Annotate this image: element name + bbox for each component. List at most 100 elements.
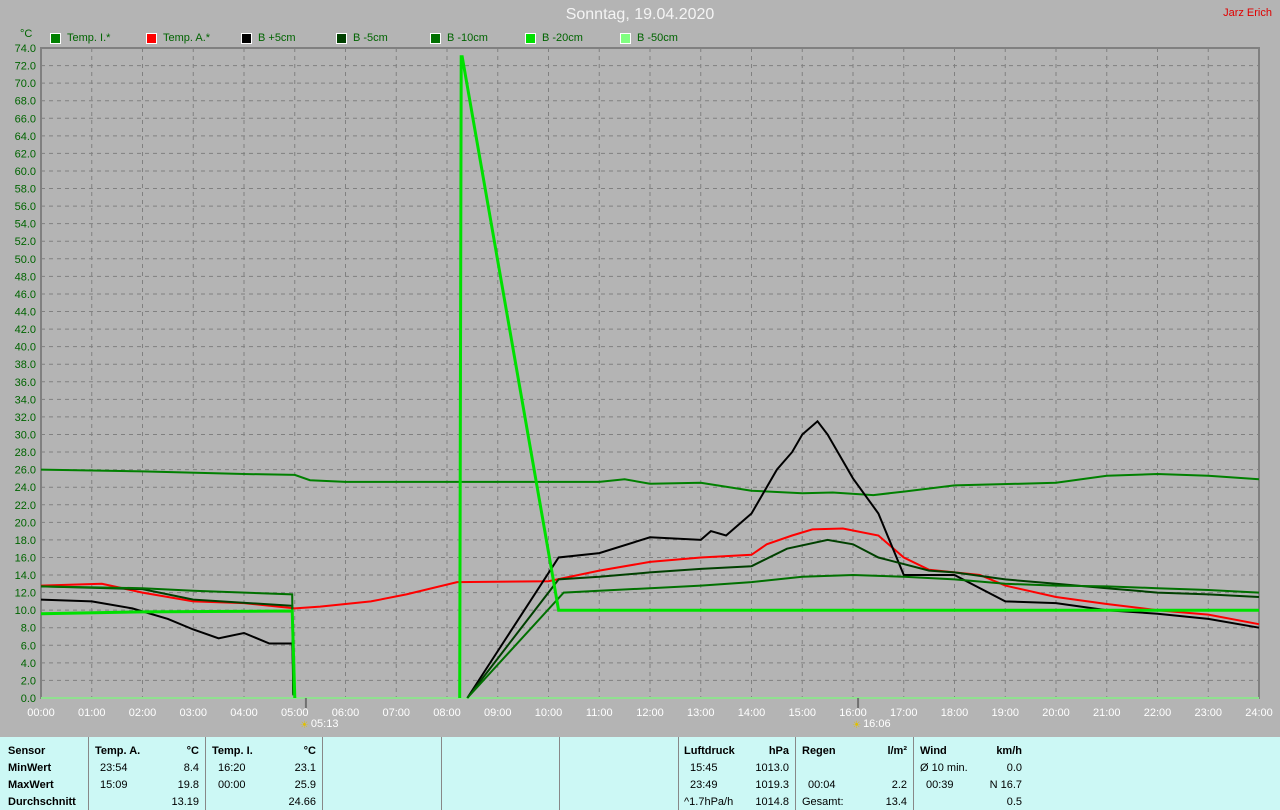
legend-label: B +5cm (258, 32, 296, 44)
y-tick-label: 8.0 (21, 623, 36, 635)
y-tick-label: 72.0 (15, 61, 36, 73)
y-tick-label: 0.0 (21, 693, 36, 705)
y-axis-label: °C (20, 28, 32, 40)
temp-a-avg: 13.19 (171, 796, 199, 808)
y-tick-label: 66.0 (15, 113, 36, 125)
legend-item: B -5cm (336, 32, 388, 44)
x-tick-label: 08:00 (433, 707, 461, 719)
wind-day-avg: 0.5 (1006, 796, 1022, 808)
x-tick-label: 24:00 (1245, 707, 1273, 719)
x-tick-label: 14:00 (738, 707, 766, 719)
rain-header: Regen (802, 745, 836, 757)
pressure-min-time: 15:45 (690, 762, 718, 774)
temp-i-max-time: 00:00 (218, 779, 246, 791)
rain-unit: l/m² (887, 745, 907, 757)
x-tick-label: 09:00 (484, 707, 512, 719)
x-tick-label: 01:00 (78, 707, 106, 719)
annotation-label: 16:06 (863, 718, 891, 730)
rain-total: 13.4 (885, 796, 907, 808)
wind-max-time: 00:39 (926, 779, 954, 791)
temp-a-min: 8.4 (183, 762, 199, 774)
legend-item: B -10cm (430, 32, 488, 44)
y-tick-label: 44.0 (15, 307, 36, 319)
legend-item: B -20cm (525, 32, 583, 44)
y-tick-label: 10.0 (15, 605, 36, 617)
x-tick-label: 23:00 (1194, 707, 1222, 719)
temp-a-header: Temp. A. (95, 745, 141, 757)
x-tick-label: 18:00 (941, 707, 969, 719)
legend-label: Temp. A.* (163, 32, 211, 44)
y-tick-label: 48.0 (15, 271, 36, 283)
x-tick-label: 00:00 (27, 707, 55, 719)
wind-avg: 0.0 (1006, 762, 1022, 774)
row-label-max: MaxWert (8, 779, 54, 791)
temp-i-header: Temp. I. (212, 745, 253, 757)
y-tick-label: 20.0 (15, 517, 36, 529)
y-tick-label: 34.0 (15, 394, 36, 406)
temp-i-max: 25.9 (294, 779, 316, 791)
legend-swatch (241, 32, 252, 44)
y-tick-label: 30.0 (15, 429, 36, 441)
y-tick-label: 56.0 (15, 201, 36, 213)
y-tick-label: 32.0 (15, 412, 36, 424)
rain-max: 2.2 (891, 779, 907, 791)
stats-panel: Sensor MinWert MaxWert Durchschnitt Temp… (0, 737, 1280, 810)
legend-label: B -20cm (542, 32, 583, 44)
legend-item: B +5cm (241, 32, 296, 44)
y-tick-label: 24.0 (15, 482, 36, 494)
x-tick-label: 05:00 (281, 707, 309, 719)
temp-i-min: 23.1 (294, 762, 316, 774)
x-tick-label: 11:00 (586, 707, 613, 719)
temp-i-min-time: 16:20 (218, 762, 246, 774)
legend-label: B -10cm (447, 32, 488, 44)
chart: 0.0 2.0 4.0 6.0 8.0 10.0 12.0 14.0 16.0 18.0 20.0 2… (15, 28, 1273, 731)
y-tick-label: 28.0 (15, 447, 36, 459)
row-label-min: MinWert (8, 762, 52, 774)
x-tick-label: 22:00 (1144, 707, 1172, 719)
temp-a-max-time: 15:09 (100, 779, 128, 791)
temp-a-max: 19.8 (177, 779, 199, 791)
y-tick-label: 54.0 (15, 219, 36, 231)
legend-item: B -50cm (620, 32, 678, 44)
row-label-avg: Durchschnitt (8, 796, 76, 808)
y-tick-label: 52.0 (15, 236, 36, 248)
temp-i-avg: 24.66 (288, 796, 316, 808)
legend-swatch (146, 32, 157, 44)
annotation-label: 05:13 (311, 718, 339, 730)
temp-a-unit: °C (186, 745, 199, 757)
x-tick-label: 17:00 (890, 707, 918, 719)
x-tick-label: 19:00 (991, 707, 1019, 719)
y-tick-label: 22.0 (15, 500, 36, 512)
temp-a-min-time: 23:54 (100, 762, 128, 774)
y-tick-label: 26.0 (15, 465, 36, 477)
pressure-max: 1019.3 (755, 779, 789, 791)
temp-i-unit: °C (303, 745, 316, 757)
wind-avg-label: Ø 10 min. (920, 762, 968, 774)
y-tick-label: 60.0 (15, 166, 36, 178)
x-tick-label: 21:00 (1093, 707, 1121, 719)
legend-swatch (336, 32, 347, 44)
legend-item: Temp. A.* (146, 32, 210, 44)
y-tick-label: 50.0 (15, 254, 36, 266)
y-tick-label: 12.0 (15, 588, 36, 600)
legend-swatch (620, 32, 631, 44)
legend-swatch (50, 32, 61, 44)
y-tick-label: 42.0 (15, 324, 36, 336)
y-tick-label: 40.0 (15, 342, 36, 354)
y-tick-label: 4.0 (21, 658, 36, 670)
x-tick-label: 12:00 (636, 707, 664, 719)
pressure-max-time: 23:49 (690, 779, 718, 791)
legend-label: B -5cm (353, 32, 388, 44)
sensor-header: Sensor (8, 745, 46, 757)
legend-item: Temp. I.* (50, 32, 110, 44)
wind-unit: km/h (996, 745, 1022, 757)
x-tick-label: 15:00 (788, 707, 816, 719)
y-tick-label: 70.0 (15, 78, 36, 90)
y-tick-label: 64.0 (15, 131, 36, 143)
rain-max-time: 00:04 (808, 779, 836, 791)
y-tick-label: 18.0 (15, 535, 36, 547)
pressure-unit: hPa (768, 745, 789, 757)
x-tick-label: 03:00 (179, 707, 207, 719)
pressure-trend: ^1.7hPa/h (684, 796, 734, 808)
y-tick-label: 58.0 (15, 184, 36, 196)
